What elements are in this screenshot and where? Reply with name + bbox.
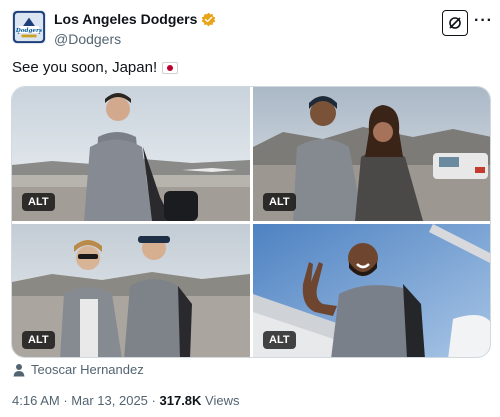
- tweet-time[interactable]: 4:16 AM: [12, 393, 60, 408]
- alt-badge[interactable]: ALT: [22, 331, 55, 349]
- tweet-text-content: See you soon, Japan!: [12, 59, 158, 76]
- photo-2[interactable]: ALT: [253, 87, 490, 221]
- tagged-user-name[interactable]: Teoscar Hernandez: [31, 362, 144, 377]
- photo-1[interactable]: ALT: [12, 87, 250, 221]
- views-label: Views: [205, 393, 240, 408]
- views-count: 317.8K: [159, 393, 202, 408]
- verified-badge-icon: [202, 12, 216, 26]
- author-handle[interactable]: @Dodgers: [54, 30, 216, 48]
- tweet-header: Dodgers Los Angeles Dodgers @Dodgers ···: [12, 10, 493, 48]
- tweet-date[interactable]: Mar 13, 2025: [71, 393, 148, 408]
- media-grid: ALT ALT ALT ALT: [11, 86, 491, 358]
- author-display-name[interactable]: Los Angeles Dodgers: [54, 10, 197, 28]
- grok-icon: [449, 17, 461, 29]
- tagged-users[interactable]: Teoscar Hernandez: [12, 362, 144, 377]
- japan-flag-icon: [162, 62, 179, 74]
- separator: ·: [63, 393, 68, 408]
- tweet-meta: 4:16 AM · Mar 13, 2025 · 317.8K Views: [12, 393, 240, 409]
- author-name[interactable]: Los Angeles Dodgers: [54, 10, 216, 28]
- alt-badge[interactable]: ALT: [263, 331, 296, 349]
- author-avatar[interactable]: Dodgers: [12, 10, 46, 44]
- photo-4[interactable]: ALT: [253, 224, 490, 357]
- svg-text:Dodgers: Dodgers: [15, 28, 43, 34]
- alt-badge[interactable]: ALT: [263, 193, 296, 211]
- person-icon: [13, 363, 25, 376]
- more-icon: ···: [474, 12, 493, 29]
- alt-badge[interactable]: ALT: [22, 193, 55, 211]
- separator: ·: [151, 393, 156, 408]
- grok-button[interactable]: [442, 10, 468, 36]
- more-options-button[interactable]: ···: [474, 12, 493, 32]
- photo-3[interactable]: ALT: [12, 224, 250, 357]
- tweet-text: See you soon, Japan!: [12, 58, 179, 78]
- dodgers-logo-icon: Dodgers: [13, 11, 45, 43]
